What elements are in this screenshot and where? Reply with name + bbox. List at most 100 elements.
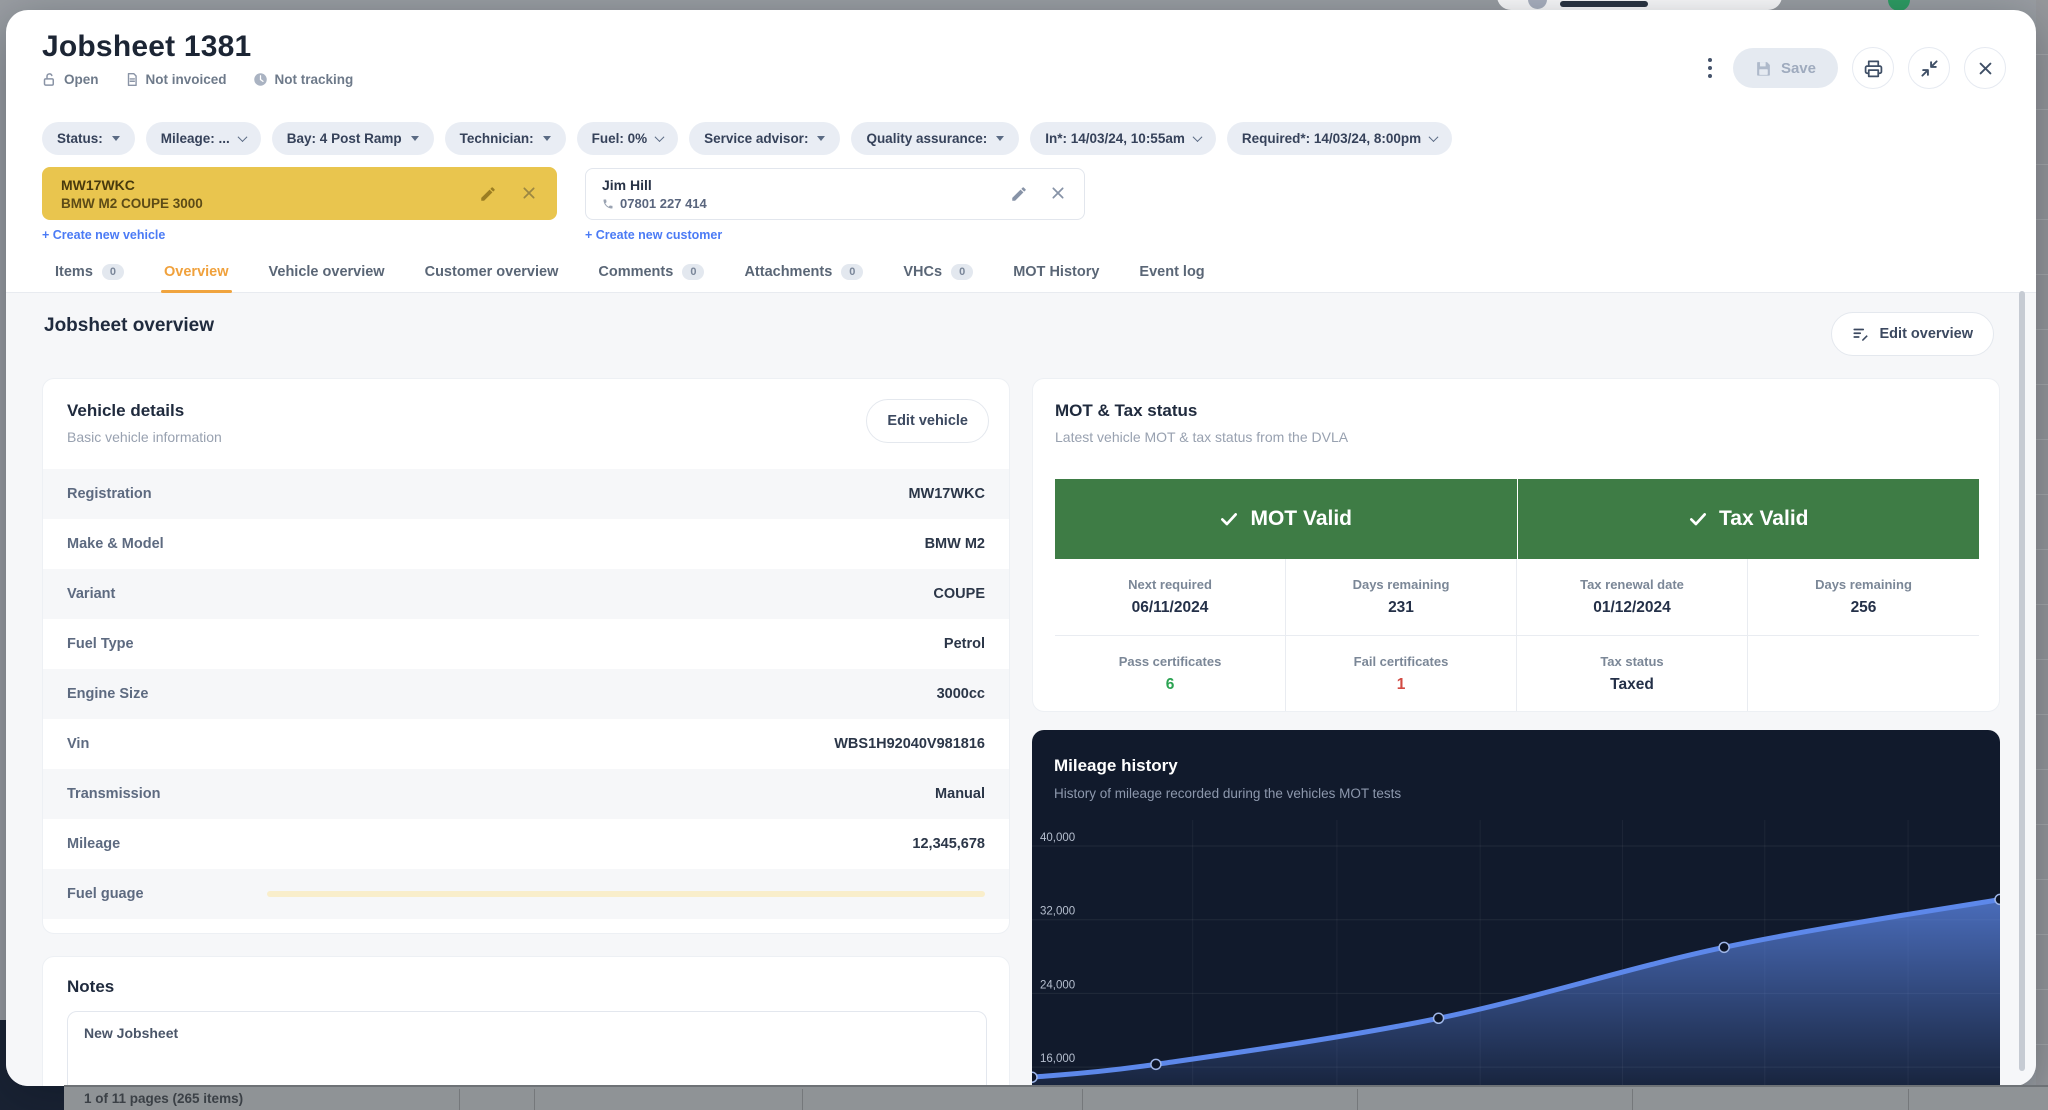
- remove-vehicle-icon[interactable]: [521, 185, 537, 201]
- filter-quality-assurance[interactable]: Quality assurance:: [851, 122, 1020, 155]
- tab-customer-overview[interactable]: Customer overview: [425, 251, 559, 293]
- tab-mot-history[interactable]: MOT History: [1013, 251, 1099, 293]
- mot-tax-stats: Next required 06/11/2024 Days remaining 23…: [1055, 559, 1979, 711]
- mot-tax-title: MOT & Tax status: [1055, 401, 1198, 420]
- header-actions: Save: [1701, 47, 2006, 89]
- stat-tax-status: Tax status Taxed: [1517, 636, 1748, 711]
- collapse-button[interactable]: [1908, 47, 1950, 89]
- phone-icon: [603, 199, 613, 208]
- filter-technician[interactable]: Technician:: [444, 122, 566, 155]
- collapse-icon: [1920, 59, 1938, 77]
- background-pagination-bar: 1 of 11 pages (265 items): [64, 1085, 2048, 1110]
- edit-customer-icon[interactable]: [1010, 185, 1028, 203]
- customer-name: Jim Hill: [602, 177, 652, 193]
- edit-vehicle-button[interactable]: Edit vehicle: [866, 399, 989, 443]
- caret-down-icon: [542, 136, 551, 141]
- section-title: Jobsheet overview: [44, 315, 215, 336]
- status-open: Open: [42, 72, 99, 87]
- mot-valid-banner: MOT Valid: [1055, 479, 1517, 559]
- stat-pass-certificates: Pass certificates 6: [1055, 636, 1286, 711]
- edit-vehicle-icon[interactable]: [479, 185, 497, 203]
- stat-next-required: Next required 06/11/2024: [1055, 559, 1286, 636]
- stat-tax-renewal-date: Tax renewal date 01/12/2024: [1517, 559, 1748, 636]
- svg-text:40,000: 40,000: [1040, 832, 1075, 844]
- document-icon: [127, 72, 137, 87]
- stat-fail-certificates: Fail certificates 1: [1286, 636, 1517, 711]
- items-count-badge: 0: [101, 263, 125, 280]
- status-not-invoiced: Not invoiced: [125, 72, 227, 87]
- table-row-fuel-type: Fuel Type Petrol: [67, 636, 985, 652]
- mot-tax-card: MOT & Tax status Latest vehicle MOT & ta…: [1032, 378, 2000, 712]
- vehicle-registration: MW17WKC: [61, 176, 135, 193]
- caret-down-icon: [111, 136, 120, 141]
- chevron-down-icon: [654, 132, 665, 143]
- mileage-chart: 16,000 24,000 32,000 40,000: [1032, 820, 2000, 1085]
- floppy-icon: [1757, 61, 1770, 76]
- table-row-transmission: Transmission Manual: [43, 769, 1009, 819]
- filter-mileage[interactable]: Mileage: ...: [145, 122, 261, 155]
- clock-icon: [253, 73, 267, 86]
- save-button[interactable]: Save: [1732, 48, 1838, 88]
- close-icon: [1979, 62, 1991, 74]
- vehicle-details-subtitle: Basic vehicle information: [67, 429, 222, 445]
- pagination-text: 1 of 11 pages (265 items): [84, 1091, 244, 1106]
- caret-down-icon: [996, 136, 1005, 141]
- tab-bar: Items 0 Overview Vehicle overview Custome…: [6, 251, 2036, 293]
- filter-fuel[interactable]: Fuel: 0%: [576, 122, 679, 155]
- page-title: Jobsheet 1381: [42, 30, 252, 63]
- table-row-fuel-gauge: Fuel guage: [43, 869, 1009, 919]
- table-row-vin: Vin WBS1H92040V981816: [67, 736, 985, 752]
- create-new-vehicle-link[interactable]: + Create new vehicle: [42, 228, 165, 242]
- chevron-down-icon: [1192, 132, 1203, 143]
- tab-items[interactable]: Items 0: [55, 251, 125, 293]
- stat-empty-cell: [1748, 636, 1979, 711]
- customer-phone: 07801 227 414: [620, 196, 707, 211]
- filter-status[interactable]: Status:: [42, 122, 135, 155]
- tab-attachments[interactable]: Attachments 0: [744, 251, 864, 293]
- tab-comments[interactable]: Comments 0: [598, 251, 705, 293]
- overview-panel: Jobsheet overview Edit overview Vehicle …: [6, 293, 2036, 1086]
- filter-required-date[interactable]: Required*: 14/03/24, 8:00pm: [1226, 122, 1453, 155]
- comments-count-badge: 0: [682, 263, 705, 280]
- close-button[interactable]: [1964, 47, 2006, 89]
- filter-service-advisor[interactable]: Service advisor:: [689, 122, 841, 155]
- customer-card[interactable]: Jim Hill 07801 227 414: [585, 168, 1085, 220]
- more-options-button[interactable]: [1701, 48, 1719, 88]
- edit-overview-button[interactable]: Edit overview: [1830, 312, 1994, 356]
- svg-text:24,000: 24,000: [1040, 979, 1075, 991]
- print-button[interactable]: [1852, 47, 1894, 89]
- table-row-engine-size: Engine Size 3000cc: [43, 669, 1009, 719]
- background-table-strip: [2036, 0, 2048, 1110]
- caret-down-icon: [410, 136, 419, 141]
- vehicle-model: BMW M2 COUPE 3000: [61, 195, 203, 211]
- printer-icon: [1864, 60, 1882, 77]
- notes-textarea[interactable]: [67, 1011, 987, 1086]
- tax-valid-banner: Tax Valid: [1517, 479, 1979, 559]
- edit-list-icon: [1852, 328, 1868, 341]
- mot-tax-subtitle: Latest vehicle MOT & tax status from the…: [1055, 429, 1349, 445]
- filter-in-date[interactable]: In*: 14/03/24, 10:55am: [1030, 122, 1216, 155]
- caret-down-icon: [817, 136, 826, 141]
- vehicle-details-title: Vehicle details: [67, 401, 185, 420]
- table-row-mileage: Mileage 12,345,678: [67, 836, 985, 852]
- screen: 1 of 11 pages (265 items) Jobsheet 1381 …: [0, 0, 2048, 1110]
- vehicle-details-card: Vehicle details Basic vehicle informatio…: [42, 378, 1010, 934]
- mileage-history-card: Mileage history History of mileage recor…: [1032, 730, 2000, 1086]
- tab-vhcs[interactable]: VHCs 0: [903, 251, 974, 293]
- check-icon: [1690, 513, 1706, 526]
- status-not-tracking: Not tracking: [253, 72, 353, 87]
- remove-customer-icon[interactable]: [1050, 185, 1066, 201]
- create-new-customer-link[interactable]: + Create new customer: [585, 228, 722, 242]
- vehicle-card[interactable]: MW17WKC BMW M2 COUPE 3000: [42, 167, 557, 220]
- vertical-scrollbar[interactable]: [2019, 291, 2025, 1071]
- tab-overview[interactable]: Overview: [161, 251, 231, 293]
- attachments-count-badge: 0: [841, 263, 864, 280]
- tab-vehicle-overview[interactable]: Vehicle overview: [269, 251, 385, 293]
- tab-event-log[interactable]: Event log: [1139, 251, 1204, 293]
- table-row-variant: Variant COUPE: [43, 569, 1009, 619]
- stat-mot-days-remaining: Days remaining 231: [1286, 559, 1517, 636]
- filter-bay[interactable]: Bay: 4 Post Ramp: [271, 122, 434, 155]
- background-text-fragment: [1560, 1, 1648, 7]
- vhcs-count-badge: 0: [951, 263, 974, 280]
- notes-title: Notes: [67, 977, 115, 996]
